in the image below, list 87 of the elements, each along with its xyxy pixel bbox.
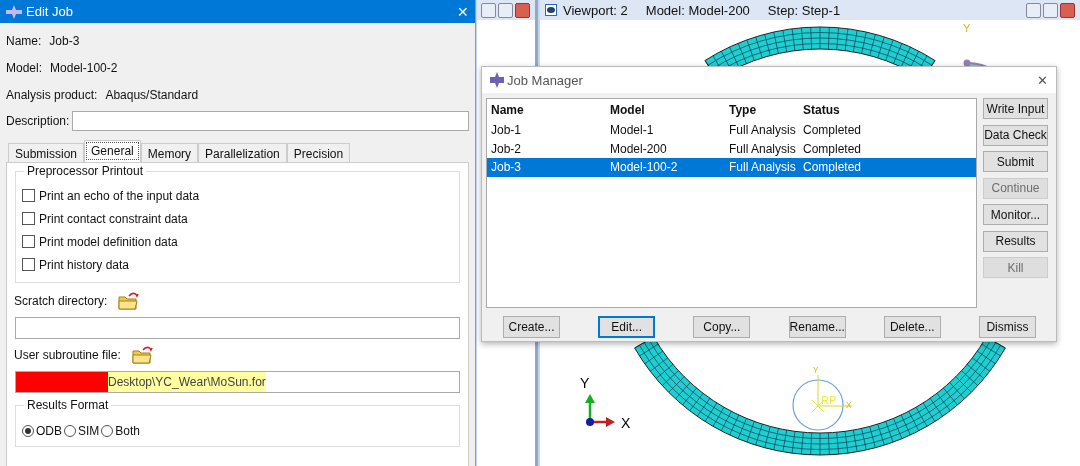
radio-button[interactable] xyxy=(64,425,76,437)
dialog-button[interactable]: Dismiss xyxy=(978,316,1036,338)
dialog-button[interactable]: Delete... xyxy=(883,316,941,338)
table-cell-text: Model-100-2 xyxy=(610,160,679,175)
column-header[interactable]: Name xyxy=(491,103,610,117)
model-label: Model: Model-200 xyxy=(645,2,750,18)
side-button[interactable]: Monitor... xyxy=(983,204,1048,225)
reference-circle xyxy=(792,379,844,431)
table-cell-text: Full Analysis xyxy=(729,160,797,175)
field-label: Description: xyxy=(6,114,70,128)
side-button[interactable]: Results xyxy=(983,230,1048,252)
open-folder-icon[interactable] xyxy=(117,291,140,311)
window-title: Edit Job xyxy=(26,4,74,19)
side-button[interactable]: Write Input xyxy=(983,98,1048,119)
axis-triad-drawing xyxy=(585,394,615,427)
job-row[interactable]: Job-1 Model-1 Full Analysis Completed xyxy=(487,121,976,140)
table-cell-text: Model-200 xyxy=(610,141,668,156)
field-value: Desktop\YC_Wear\MoSun.for xyxy=(108,372,266,392)
checkbox[interactable] xyxy=(22,212,35,225)
dialog-button[interactable]: Edit... xyxy=(598,316,656,338)
table-cell-text: Job-2 xyxy=(491,141,523,156)
open-folder-icon[interactable] xyxy=(130,345,153,365)
radio-label: Both xyxy=(115,424,141,438)
table-cell-text: Model-1 xyxy=(610,123,655,138)
window-title: Job Manager xyxy=(507,72,584,88)
tab[interactable]: Parallelization xyxy=(198,143,287,162)
close-icon[interactable]: ✕ xyxy=(1037,72,1048,88)
field-value: Model-100-2 xyxy=(50,60,118,75)
checkbox-label: Print an echo of the input data xyxy=(39,188,200,203)
field-value: Abaqus/Standard xyxy=(105,87,199,102)
checkbox-label: Print contact constraint data xyxy=(39,211,188,226)
app-icon xyxy=(6,4,22,19)
axis-label: Y xyxy=(580,375,590,391)
description-field[interactable] xyxy=(72,111,469,131)
window-controls-icon[interactable] xyxy=(1026,2,1075,18)
table-cell-text: Completed xyxy=(803,160,863,175)
column-header[interactable]: Model xyxy=(610,103,729,117)
checkbox[interactable] xyxy=(22,189,35,202)
axis-label: Y xyxy=(813,366,819,376)
checkbox-label: Print model definition data xyxy=(39,234,178,249)
axis-label: Y xyxy=(963,22,971,34)
group-title: Preprocessor Printout xyxy=(24,164,147,178)
job-row[interactable]: Job-3 Model-100-2 Full Analysis Completed xyxy=(487,158,976,177)
column-header[interactable]: Status xyxy=(803,103,976,117)
viewport-title: Viewport: 2 xyxy=(563,2,628,18)
radio-button[interactable] xyxy=(22,425,34,437)
tab[interactable]: Memory xyxy=(140,143,199,162)
checkbox-label: Print history data xyxy=(39,257,130,272)
table-cell-text: Job-3 xyxy=(491,160,523,175)
field-label: Analysis product: xyxy=(6,87,98,102)
column-header[interactable]: Type xyxy=(729,103,803,117)
reference-axes-drawing xyxy=(811,374,853,413)
side-button[interactable]: Data Check xyxy=(983,124,1048,146)
subroutine-file-field[interactable]: Desktop\YC_Wear\MoSun.for xyxy=(15,371,460,393)
tab[interactable]: General xyxy=(84,140,141,162)
tab[interactable]: Precision xyxy=(286,143,351,162)
table-cell-text: Full Analysis xyxy=(729,141,797,156)
scratch-directory-field[interactable] xyxy=(15,317,460,339)
dialog-button[interactable]: Create... xyxy=(503,316,560,338)
table-cell-text: Completed xyxy=(803,123,863,138)
table-cell-text: Completed xyxy=(803,141,863,156)
side-button[interactable]: Submit xyxy=(983,151,1048,172)
step-label: Step: Step-1 xyxy=(767,2,841,18)
radio-button[interactable] xyxy=(101,425,114,437)
axis-label: X xyxy=(621,415,631,431)
field-label: Name: xyxy=(6,33,42,48)
table-cell-text: Job-1 xyxy=(491,123,523,138)
table-cell-text: Full Analysis xyxy=(729,123,797,138)
viewport-icon xyxy=(545,4,557,16)
group-title: Results Format xyxy=(24,398,112,412)
tab[interactable]: Submission xyxy=(8,143,85,162)
app-icon xyxy=(490,72,504,88)
dialog-button[interactable]: Rename... xyxy=(788,316,846,338)
field-label: Scratch directory: xyxy=(14,294,108,308)
dialog-button[interactable]: Copy... xyxy=(693,316,751,338)
field-value: Job-3 xyxy=(49,33,80,48)
window-controls-icon[interactable] xyxy=(481,2,530,18)
checkbox[interactable] xyxy=(22,235,35,248)
field-label: User subroutine file: xyxy=(14,348,121,362)
close-icon[interactable]: ✕ xyxy=(457,3,469,20)
radio-label: SIM xyxy=(78,424,100,438)
checkbox[interactable] xyxy=(22,258,35,271)
field-label: Model: xyxy=(6,60,43,75)
radio-label: ODB xyxy=(36,424,62,438)
job-row[interactable]: Job-2 Model-200 Full Analysis Completed xyxy=(487,139,976,158)
axis-label: X xyxy=(846,401,852,411)
reference-point-label: RP xyxy=(821,394,837,406)
